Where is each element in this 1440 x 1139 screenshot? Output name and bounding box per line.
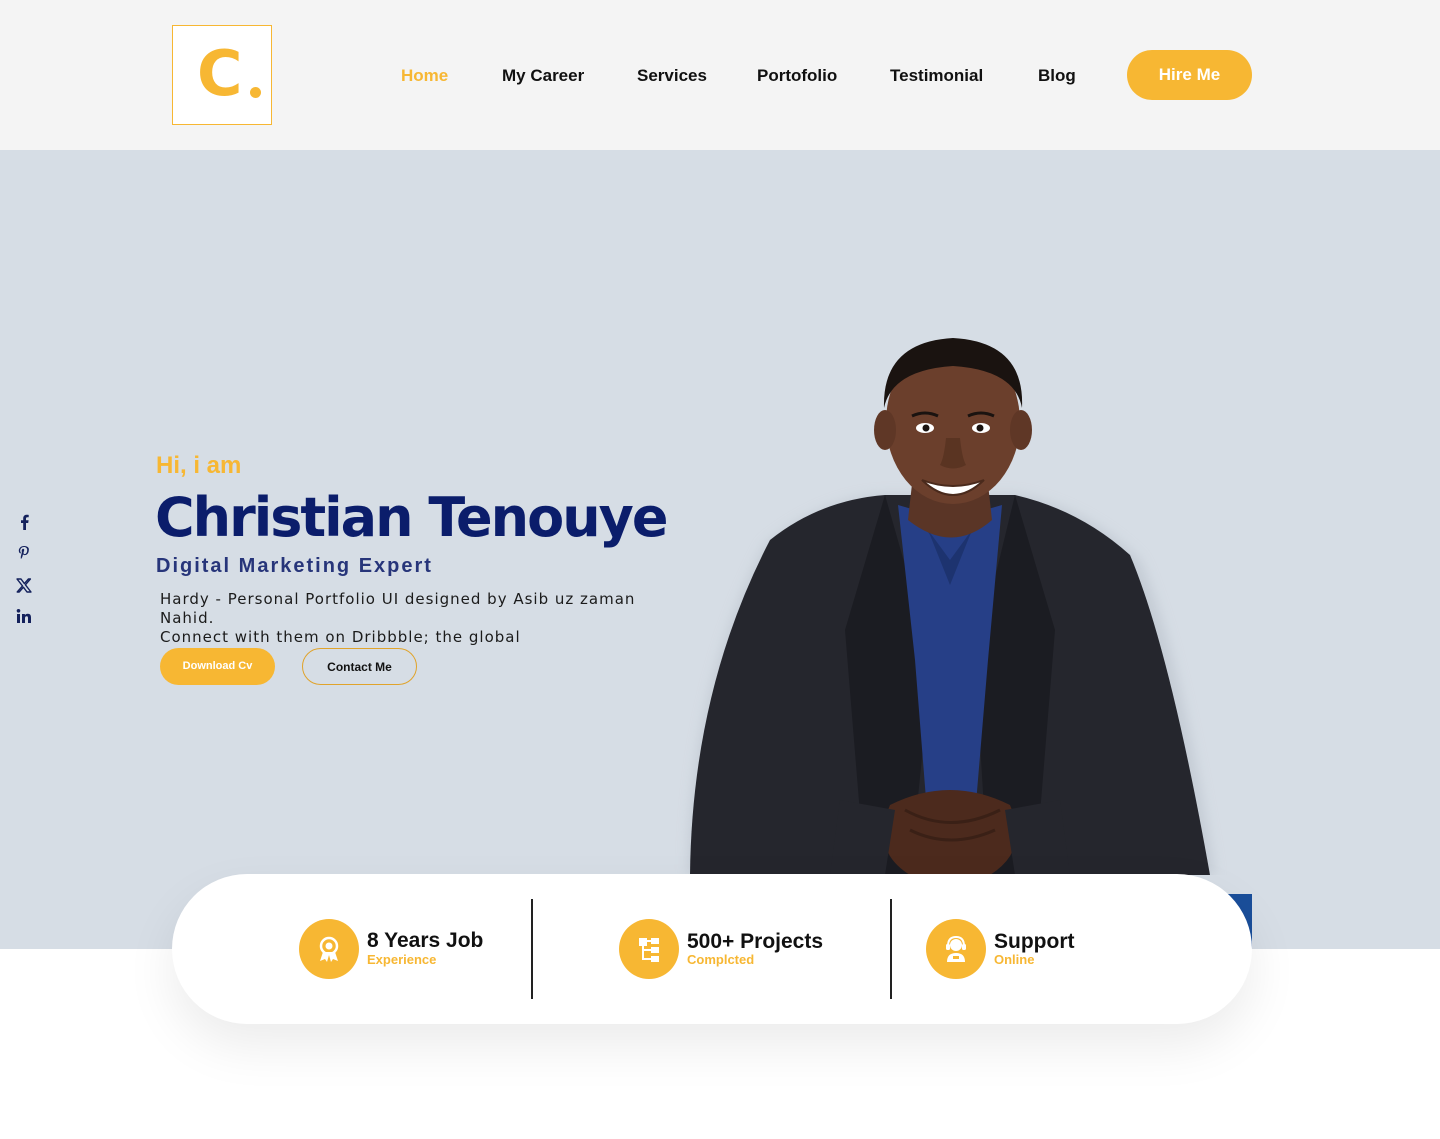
nav-portofolio[interactable]: Portofolio [757, 64, 837, 88]
stat-subtitle: Complcted [687, 952, 755, 967]
hero-section: Hi, i am Christian Tenouye Digital Marke… [0, 150, 1440, 949]
stat-title: Support [994, 930, 1075, 953]
stat-divider [531, 899, 533, 999]
nav-services[interactable]: Services [637, 64, 707, 88]
facebook-icon[interactable] [14, 512, 34, 532]
logo-dot [250, 87, 261, 98]
stats-card: 8 Years Job Experience 500+ Projects Com… [172, 874, 1252, 1024]
site-header: C Home My Career Services Portofolio Tes… [0, 0, 1440, 150]
stat-subtitle: Experience [367, 952, 437, 967]
project-tree-icon [619, 919, 679, 979]
nav-blog[interactable]: Blog [1038, 64, 1076, 88]
stat-divider [890, 899, 892, 999]
hero-description-line-1: Hardy - Personal Portfolio UI designed b… [160, 590, 636, 627]
portrait-photo [688, 338, 1215, 875]
linkedin-icon[interactable] [14, 606, 34, 626]
pinterest-icon[interactable] [14, 543, 34, 563]
nav-my-career[interactable]: My Career [502, 64, 584, 88]
stat-title: 8 Years Job [367, 929, 484, 952]
support-agent-icon [926, 919, 986, 979]
contact-me-button[interactable]: Contact Me [302, 648, 417, 685]
stat-subtitle: Online [994, 952, 1035, 967]
stat-title: 500+ Projects [687, 930, 824, 953]
hero-description: Hardy - Personal Portfolio UI designed b… [160, 590, 680, 647]
award-icon [299, 919, 359, 979]
hero-role: Digital Marketing Expert [156, 555, 433, 577]
nav-home[interactable]: Home [401, 64, 448, 88]
nav-testimonial[interactable]: Testimonial [890, 64, 983, 88]
x-icon[interactable] [14, 575, 34, 595]
hire-me-button[interactable]: Hire Me [1127, 50, 1252, 100]
hero-name: Christian Tenouye [155, 486, 668, 549]
hero-description-line-2: Connect with them on Dribbble; the globa… [160, 628, 521, 646]
hero-greeting: Hi, i am [156, 452, 242, 479]
download-cv-button[interactable]: Download Cv [160, 648, 275, 685]
